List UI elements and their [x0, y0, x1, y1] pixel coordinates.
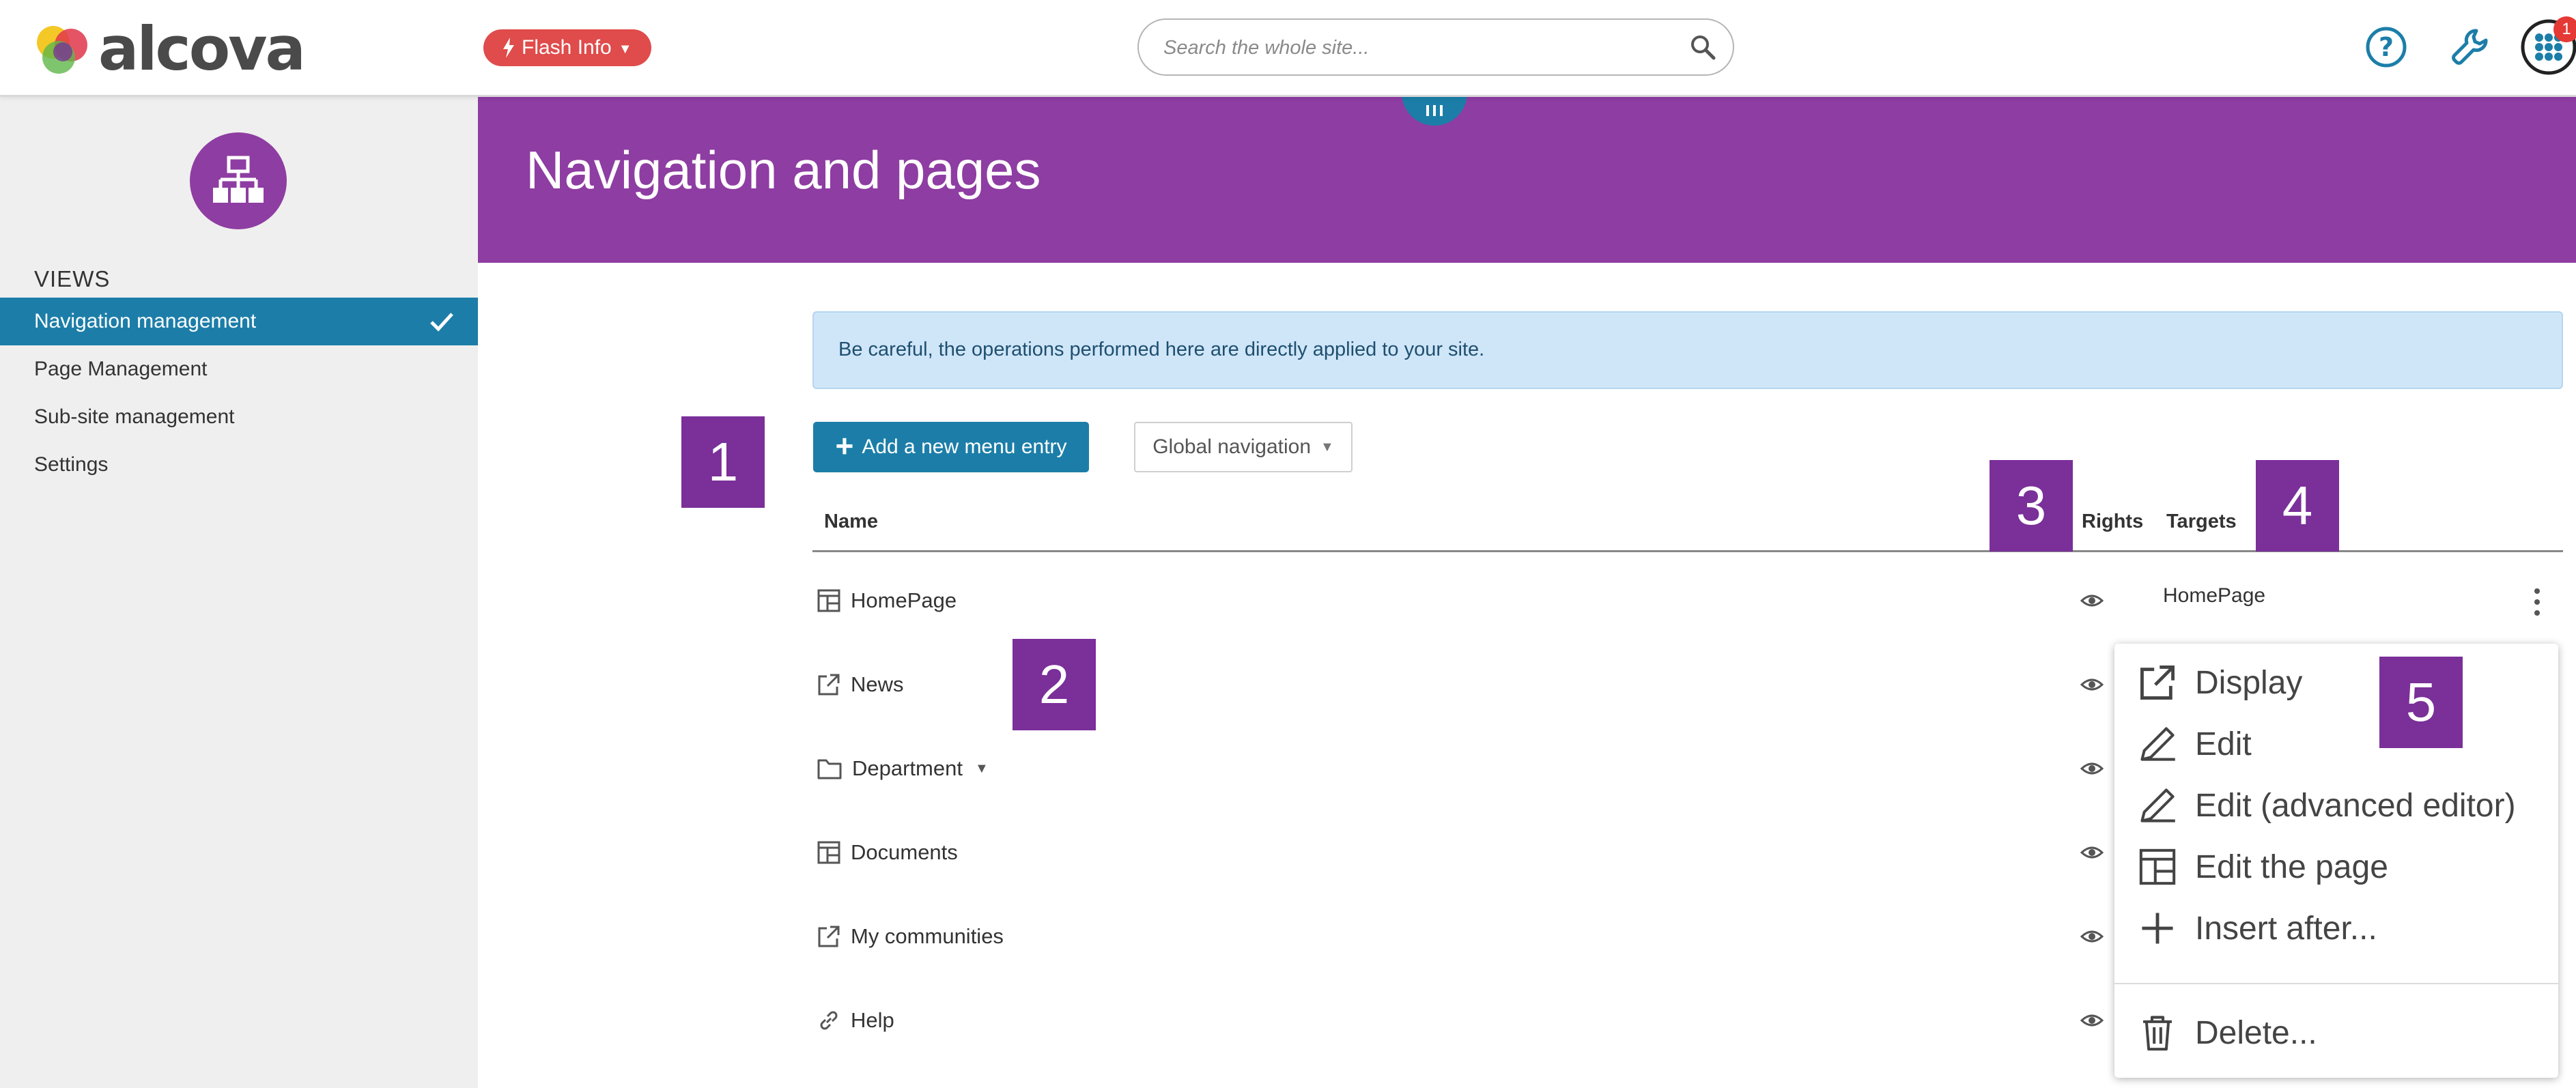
- wrench-icon: [2452, 29, 2488, 65]
- help-icon: ?: [2366, 27, 2407, 68]
- eye-icon[interactable]: [2080, 676, 2104, 693]
- menu-item-label: Edit: [2195, 726, 2252, 762]
- menu-item-edit-advanced[interactable]: Edit (advanced editor): [2138, 782, 2516, 829]
- navigation-select-value: Global navigation: [1152, 435, 1312, 458]
- eye-icon[interactable]: [2080, 844, 2104, 861]
- row-name[interactable]: HomePage: [851, 588, 957, 613]
- flash-info-label: Flash Info: [522, 36, 612, 59]
- table-row[interactable]: My communities: [817, 916, 1004, 957]
- eye-icon[interactable]: [2080, 592, 2104, 609]
- svg-text:?: ?: [2379, 32, 2394, 62]
- search-input[interactable]: [1162, 20, 1656, 76]
- annotation-marker-1: 1: [681, 416, 765, 508]
- table-row[interactable]: Help: [817, 1000, 894, 1041]
- eye-icon[interactable]: [2080, 1012, 2104, 1029]
- pencil-icon: [2140, 727, 2175, 761]
- views-menu: Navigation management Page Management Su…: [0, 298, 478, 489]
- sitemap-badge: [190, 132, 287, 229]
- link-icon: [820, 1011, 838, 1030]
- column-header-name[interactable]: Name: [824, 511, 878, 533]
- checkmark-icon: [430, 313, 453, 332]
- logo-text: alcova: [98, 14, 306, 84]
- apps-launcher-button[interactable]: 1: [2521, 16, 2576, 75]
- views-section-title: VIEWS: [34, 266, 111, 291]
- annotation-marker-5: 5: [2379, 657, 2463, 748]
- add-menu-entry-label: Add a new menu entry: [862, 435, 1067, 458]
- plus-icon: +: [835, 428, 854, 463]
- external-link-icon: [818, 926, 840, 947]
- admin-tools-button[interactable]: [2441, 19, 2497, 75]
- navigation-select[interactable]: Global navigation ▼: [1134, 422, 1353, 472]
- eye-icon[interactable]: [2080, 928, 2104, 945]
- table-row[interactable]: Department ▼: [817, 748, 989, 789]
- sidebar-item-label: Page Management: [34, 358, 208, 380]
- row-actions-kebab-icon[interactable]: [2530, 588, 2544, 616]
- page-banner: Navigation and pages: [478, 71, 2576, 263]
- sidebar-item-label: Settings: [34, 453, 109, 476]
- eye-icon[interactable]: [2080, 760, 2104, 777]
- annotation-marker-2: 2: [1013, 639, 1096, 730]
- menu-item-display[interactable]: Display: [2138, 659, 2302, 706]
- page-layout-icon: [817, 841, 840, 864]
- sidebar-item-sub-site-management[interactable]: Sub-site management: [0, 393, 478, 441]
- chevron-down-icon[interactable]: ▼: [975, 761, 989, 777]
- page-title: Navigation and pages: [526, 140, 1041, 200]
- row-name[interactable]: Help: [851, 1008, 894, 1033]
- column-header-targets[interactable]: Targets: [2166, 511, 2237, 533]
- menu-item-label: Insert after...: [2195, 910, 2377, 947]
- flash-info-button[interactable]: Flash Info ▼: [483, 29, 651, 66]
- sidebar-item-label: Navigation management: [34, 310, 257, 332]
- row-context-menu: Display Edit Edit (advanced editor) Edit…: [2114, 644, 2558, 1078]
- table-row[interactable]: HomePage: [817, 580, 957, 621]
- site-search[interactable]: [1137, 18, 1734, 76]
- folder-icon: [817, 759, 842, 779]
- page-layout-icon: [817, 589, 840, 612]
- sidebar-item-label: Sub-site management: [34, 405, 235, 428]
- menu-divider: [2114, 983, 2558, 984]
- chevron-down-icon: ▼: [1320, 439, 1334, 455]
- menu-item-label: Edit (advanced editor): [2195, 787, 2516, 824]
- notification-badge: 1: [2553, 16, 2576, 42]
- table-row[interactable]: Documents: [817, 832, 958, 873]
- sitemap-icon: [213, 156, 264, 203]
- lightning-icon: [503, 38, 514, 58]
- bars-icon: [1426, 105, 1443, 116]
- column-header-rights[interactable]: Rights: [2082, 511, 2143, 533]
- table-row[interactable]: News: [817, 664, 904, 705]
- menu-item-label: Display: [2195, 664, 2303, 701]
- menu-item-label: Edit the page: [2195, 848, 2388, 885]
- menu-item-label: Delete...: [2195, 1014, 2317, 1051]
- row-name[interactable]: News: [851, 672, 904, 697]
- row-name[interactable]: Department: [852, 756, 963, 781]
- external-link-icon: [2140, 665, 2175, 700]
- trash-icon: [2143, 1016, 2172, 1051]
- annotation-marker-4: 4: [2256, 460, 2339, 552]
- plus-icon: [2142, 913, 2173, 944]
- chevron-down-icon: ▼: [618, 41, 632, 57]
- menu-item-edit[interactable]: Edit: [2138, 720, 2252, 768]
- add-menu-entry-button[interactable]: + Add a new menu entry: [813, 422, 1089, 472]
- pencil-icon: [2140, 788, 2175, 822]
- sidebar-item-navigation-management[interactable]: Navigation management: [0, 298, 478, 345]
- alcova-logo[interactable]: alcova: [33, 14, 306, 84]
- external-link-icon: [818, 674, 840, 696]
- logo-mark-icon: [37, 26, 87, 74]
- sidebar: VIEWS Navigation management Page Managem…: [0, 97, 478, 1088]
- page-layout-icon: [2139, 848, 2176, 885]
- warning-alert-text: Be careful, the operations performed her…: [838, 339, 1485, 360]
- sidebar-item-settings[interactable]: Settings: [0, 441, 478, 489]
- row-target[interactable]: HomePage: [2163, 584, 2265, 607]
- top-bar: alcova Flash Info ▼ ?: [0, 0, 2576, 97]
- search-icon[interactable]: [1689, 33, 1716, 61]
- sidebar-item-page-management[interactable]: Page Management: [0, 345, 478, 393]
- row-name[interactable]: Documents: [851, 840, 958, 865]
- row-name[interactable]: My communities: [851, 924, 1004, 949]
- annotation-marker-3: 3: [1990, 460, 2073, 552]
- menu-item-delete[interactable]: Delete...: [2138, 1009, 2317, 1057]
- help-button[interactable]: ?: [2358, 19, 2414, 75]
- menu-item-insert-after[interactable]: Insert after...: [2138, 904, 2377, 952]
- menu-item-edit-page[interactable]: Edit the page: [2138, 843, 2388, 891]
- warning-alert: Be careful, the operations performed her…: [812, 311, 2563, 389]
